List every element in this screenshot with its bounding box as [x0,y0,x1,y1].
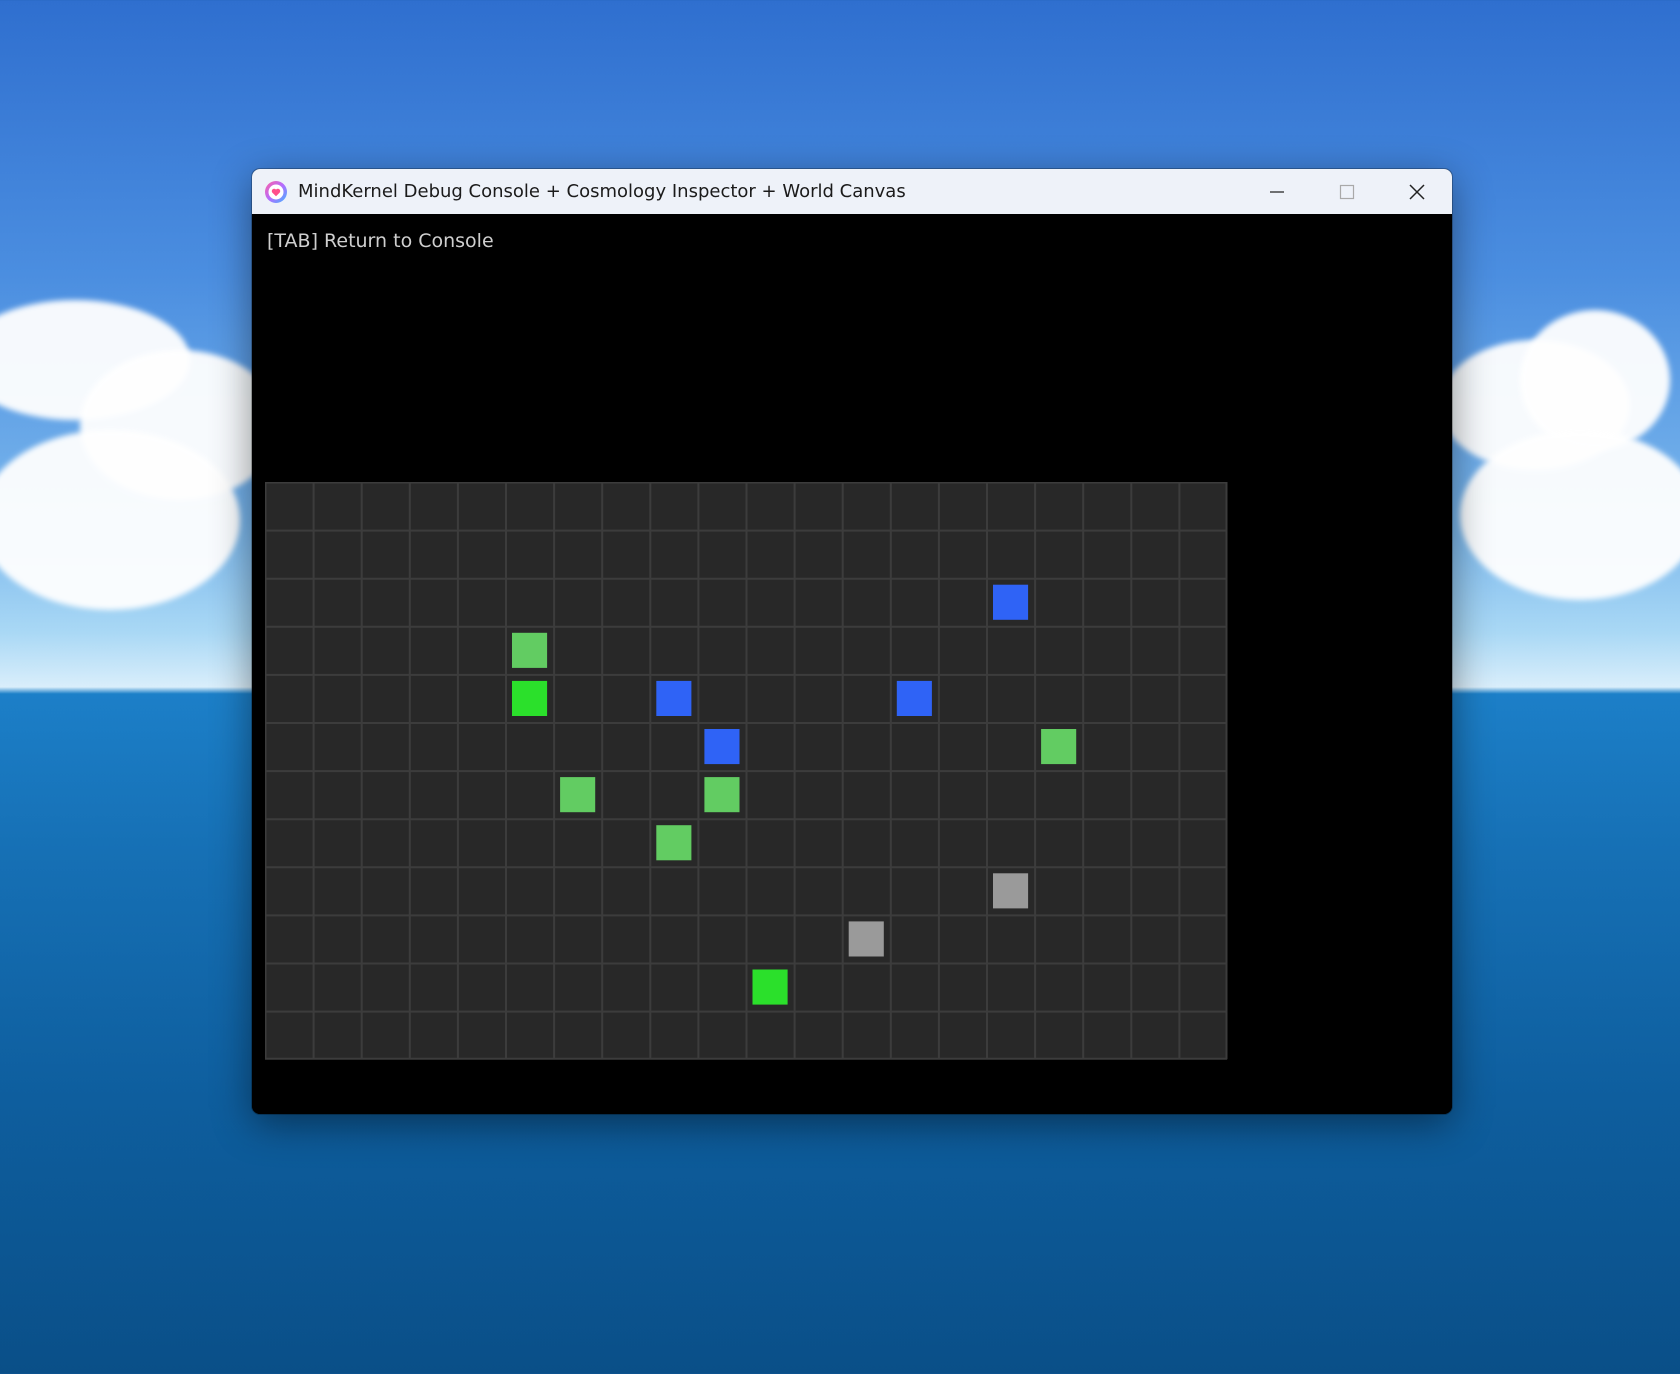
grid-cell-bright-green[interactable] [512,680,548,716]
title-bar[interactable]: MindKernel Debug Console + Cosmology Ins… [252,169,1452,214]
grid-cell-light-green[interactable] [704,777,740,813]
cloud [1520,310,1670,450]
cloud [0,430,240,610]
grid-cell-blue[interactable] [656,680,692,716]
grid-cell-blue[interactable] [704,729,740,765]
grid-cell-blue[interactable] [896,680,932,716]
maximize-button[interactable] [1312,169,1382,214]
grid-cell-gray[interactable] [993,873,1029,909]
grid-cell-light-green[interactable] [560,777,596,813]
grid-cell-blue[interactable] [993,584,1029,620]
console-area: [TAB] Return to Console [252,214,1452,1114]
maximize-icon [1339,184,1355,199]
grid-cell-light-green[interactable] [656,825,692,861]
app-window: MindKernel Debug Console + Cosmology Ins… [252,169,1452,1114]
world-grid[interactable] [265,482,1228,1061]
grid-cell-gray[interactable] [848,921,884,957]
grid-cell-bright-green[interactable] [752,969,788,1005]
return-to-console-hint[interactable]: [TAB] Return to Console [267,230,494,252]
cloud [1460,430,1680,600]
close-button[interactable] [1382,169,1452,214]
heart-logo-icon [265,180,287,203]
close-icon [1409,183,1425,200]
grid-cell-light-green[interactable] [512,632,548,668]
minimize-button[interactable] [1242,169,1312,214]
grid-cell-light-green[interactable] [1041,729,1077,765]
window-title: MindKernel Debug Console + Cosmology Ins… [298,181,906,202]
minimize-icon [1270,190,1284,193]
